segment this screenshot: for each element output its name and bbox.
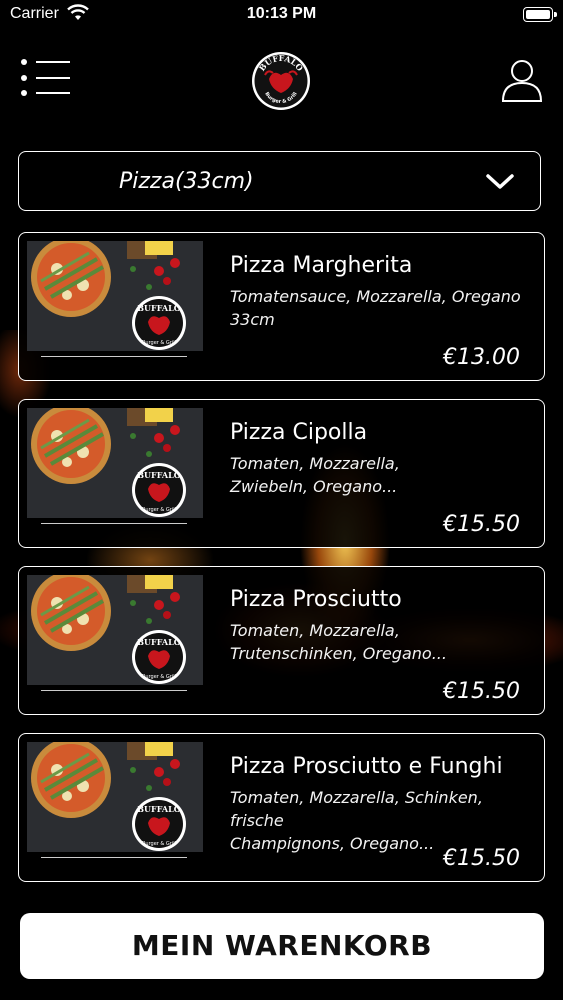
pizza-image: BUFFALO Burger & Grill	[27, 575, 203, 685]
item-thumbnail: BUFFALO Burger & Grill	[27, 408, 203, 518]
menu-item-card[interactable]: BUFFALO Burger & Grill Pizza Margherita …	[18, 232, 545, 381]
buffalo-logo: BUFFALO Burger & Grill	[252, 52, 310, 110]
svg-text:Burger & Grill: Burger & Grill	[142, 340, 176, 346]
item-description: Tomatensauce, Mozzarella, Oregano 33cm	[230, 285, 535, 331]
category-dropdown[interactable]: Pizza(33cm)	[18, 151, 541, 211]
item-thumbnail: BUFFALO Burger & Grill	[27, 742, 203, 852]
status-bar: Carrier 10:13 PM	[0, 0, 563, 30]
profile-icon[interactable]	[500, 58, 544, 102]
item-description-line: Tomatensauce, Mozzarella, Oregano	[230, 287, 521, 306]
item-description-line: Tomaten, Mozzarella,	[230, 621, 400, 640]
pizza-image: BUFFALO Burger & Grill	[27, 408, 203, 518]
thumbnail-divider	[41, 857, 187, 858]
pizza-image: BUFFALO Burger & Grill	[27, 241, 203, 351]
item-description-line: Tomaten, Mozzarella, Schinken, frische	[230, 788, 483, 830]
thumbnail-divider	[41, 690, 187, 691]
battery-icon	[523, 7, 557, 22]
pizza-image: BUFFALO Burger & Grill	[27, 742, 203, 852]
svg-text:Burger & Grill: Burger & Grill	[142, 507, 176, 513]
menu-item-card[interactable]: BUFFALO Burger & Grill Pizza Cipolla Tom…	[18, 399, 545, 548]
item-price: €15.50	[443, 846, 520, 871]
item-description-line: 33cm	[230, 310, 275, 329]
cart-button[interactable]: MEIN WARENKORB	[20, 913, 544, 979]
item-name: Pizza Prosciutto	[230, 587, 402, 612]
svg-text:BUFFALO: BUFFALO	[137, 637, 180, 647]
item-description: Tomaten, Mozzarella, Schinken, frische C…	[230, 786, 535, 855]
svg-text:Burger & Grill: Burger & Grill	[142, 674, 176, 680]
item-price: €13.00	[443, 345, 520, 370]
svg-text:BUFFALO: BUFFALO	[137, 470, 180, 480]
svg-text:BUFFALO: BUFFALO	[137, 804, 180, 814]
item-price: €15.50	[443, 679, 520, 704]
item-name: Pizza Prosciutto e Funghi	[230, 754, 503, 779]
menu-item-card[interactable]: BUFFALO Burger & Grill Pizza Prosciutto …	[18, 733, 545, 882]
thumbnail-divider	[41, 356, 187, 357]
clock: 10:13 PM	[246, 5, 317, 22]
item-thumbnail: BUFFALO Burger & Grill	[27, 241, 203, 351]
item-name: Pizza Cipolla	[230, 420, 368, 445]
menu-list-icon[interactable]	[20, 58, 72, 98]
thumbnail-divider	[41, 523, 187, 524]
item-thumbnail: BUFFALO Burger & Grill	[27, 575, 203, 685]
svg-text:Burger & Grill: Burger & Grill	[142, 841, 176, 847]
chevron-down-icon	[486, 174, 514, 189]
item-description-line: Trutenschinken, Oregano...	[230, 644, 447, 663]
item-description-line: Zwiebeln, Oregano...	[230, 477, 398, 496]
menu-item-card[interactable]: BUFFALO Burger & Grill Pizza Prosciutto …	[18, 566, 545, 715]
item-description-line: Tomaten, Mozzarella,	[230, 454, 400, 473]
svg-text:BUFFALO: BUFFALO	[137, 303, 180, 313]
item-description: Tomaten, Mozzarella, Zwiebeln, Oregano..…	[230, 452, 535, 498]
category-selected-label: Pizza(33cm)	[119, 169, 254, 194]
item-name: Pizza Margherita	[230, 253, 413, 278]
item-description: Tomaten, Mozzarella, Trutenschinken, Ore…	[230, 619, 535, 665]
item-price: €15.50	[443, 512, 520, 537]
